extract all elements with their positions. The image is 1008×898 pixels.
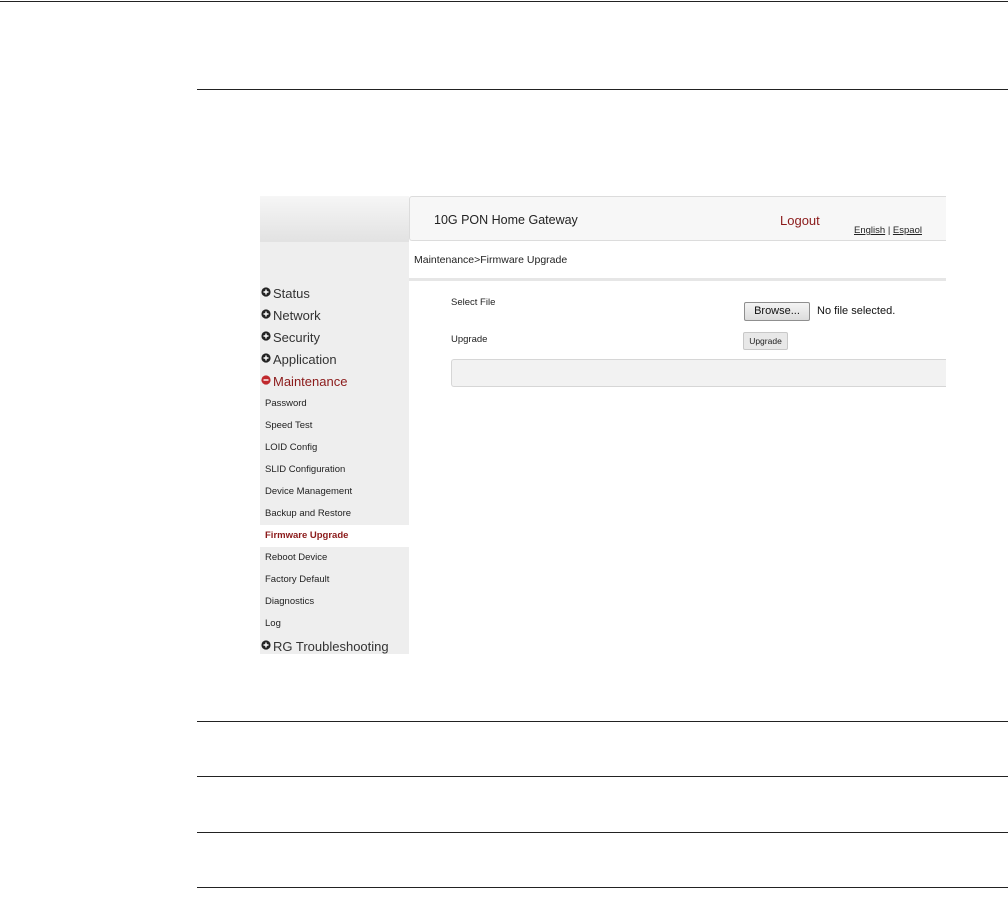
sidebar-subitem-slid-configuration[interactable]: SLID Configuration <box>260 459 409 481</box>
sidebar-item-label: Status <box>273 286 310 301</box>
upgrade-status-box <box>451 359 946 387</box>
breadcrumb: Maintenance>Firmware Upgrade <box>414 254 568 266</box>
file-status-text: No file selected. <box>817 305 896 317</box>
lang-english-link[interactable]: English <box>854 225 885 236</box>
sidebar-subitem-backup-and-restore[interactable]: Backup and Restore <box>260 503 409 525</box>
section-rule-5 <box>197 887 1008 888</box>
breadcrumb-divider <box>409 278 946 281</box>
sidebar: Status Network Security Application Main… <box>260 196 409 654</box>
sidebar-item-network[interactable]: Network <box>260 305 409 327</box>
upgrade-button[interactable]: Upgrade <box>743 332 788 350</box>
lang-separator: | <box>887 225 891 236</box>
plus-circle-icon <box>261 287 271 297</box>
logout-link[interactable]: Logout <box>780 213 820 228</box>
maintenance-submenu: Password Speed Test LOID Config SLID Config… <box>260 393 409 635</box>
minus-circle-icon <box>261 375 271 385</box>
sidebar-subitem-firmware-upgrade[interactable]: Firmware Upgrade <box>260 525 409 547</box>
upgrade-label: Upgrade <box>451 334 488 345</box>
sidebar-item-label: Security <box>273 330 320 345</box>
app-title: 10G PON Home Gateway <box>434 213 578 227</box>
section-rule-2 <box>197 721 1008 722</box>
sidebar-item-application[interactable]: Application <box>260 349 409 371</box>
main-panel: 10G PON Home Gateway Logout English | Es… <box>409 196 946 654</box>
language-switcher: English | Espaol <box>854 225 922 236</box>
sidebar-item-label: RG Troubleshooting <box>273 639 389 654</box>
sidebar-subitem-log[interactable]: Log <box>260 613 409 635</box>
sidebar-subitem-password[interactable]: Password <box>260 393 409 415</box>
sidebar-subitem-diagnostics[interactable]: Diagnostics <box>260 591 409 613</box>
browse-button[interactable]: Browse... <box>744 302 810 321</box>
sidebar-subitem-reboot-device[interactable]: Reboot Device <box>260 547 409 569</box>
section-rule-1 <box>197 89 1008 90</box>
section-rule-3 <box>197 776 1008 777</box>
sidebar-item-maintenance[interactable]: Maintenance <box>260 371 409 393</box>
section-rule-4 <box>197 832 1008 833</box>
sidebar-item-status[interactable]: Status <box>260 283 409 305</box>
gateway-screenshot: Status Network Security Application Main… <box>260 196 946 654</box>
sidebar-item-label: Network <box>273 308 321 323</box>
sidebar-item-label: Maintenance <box>273 374 348 389</box>
plus-circle-icon <box>261 353 271 363</box>
select-file-label: Select File <box>451 297 496 308</box>
sidebar-item-label: Application <box>273 352 337 367</box>
sidebar-subitem-loid-config[interactable]: LOID Config <box>260 437 409 459</box>
plus-circle-icon <box>261 331 271 341</box>
lang-spanish-link[interactable]: Espaol <box>893 225 922 236</box>
plus-circle-icon <box>261 640 271 650</box>
sidebar-logo-area <box>260 196 409 242</box>
sidebar-subitem-factory-default[interactable]: Factory Default <box>260 569 409 591</box>
page-top-rule <box>0 1 1008 2</box>
sidebar-item-rg-troubleshooting[interactable]: RG Troubleshooting <box>260 636 409 654</box>
sidebar-item-security[interactable]: Security <box>260 327 409 349</box>
sidebar-subitem-speed-test[interactable]: Speed Test <box>260 415 409 437</box>
plus-circle-icon <box>261 309 271 319</box>
top-header: 10G PON Home Gateway Logout English | Es… <box>409 196 946 241</box>
sidebar-subitem-device-management[interactable]: Device Management <box>260 481 409 503</box>
sidebar-menu: Status Network Security Application Main… <box>260 283 409 654</box>
